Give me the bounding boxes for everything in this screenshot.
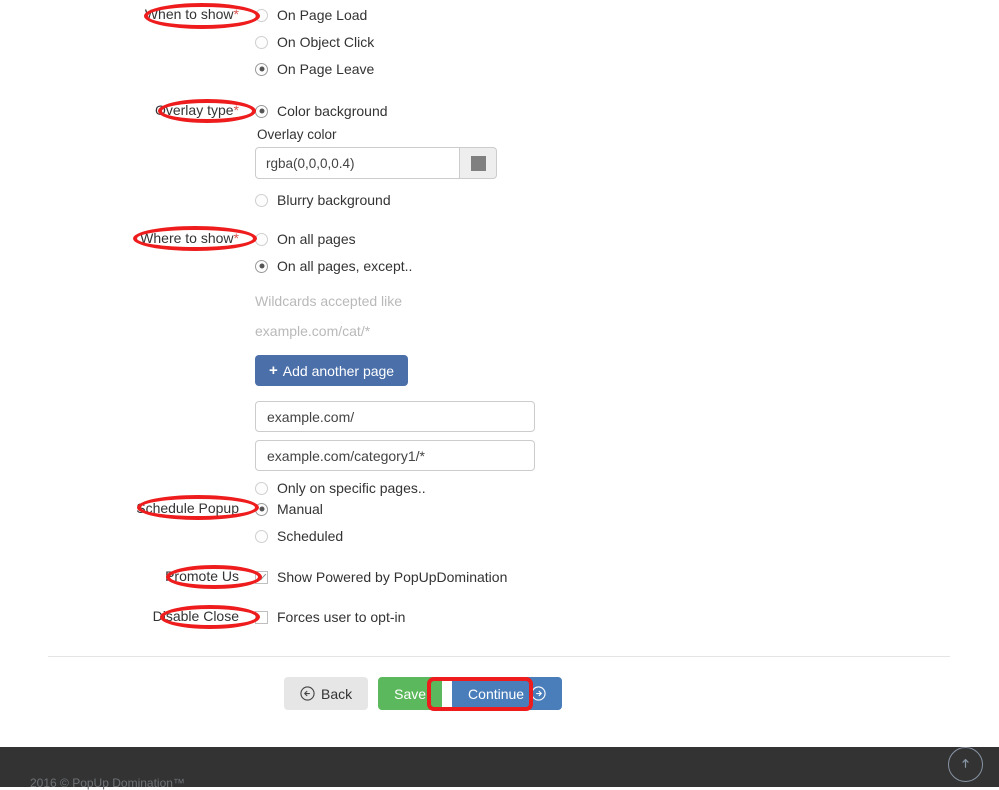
form-row-schedule-popup: Schedule Popup Manual Scheduled (0, 498, 343, 552)
overlay-type-options: Color background Overlay color Blurry ba… (255, 100, 497, 216)
radio-option-on-all-pages[interactable]: On all pages (255, 228, 535, 250)
radio-icon-on-page-load[interactable] (255, 8, 268, 22)
section-divider (48, 656, 950, 657)
radio-option-on-page-leave[interactable]: On Page Leave (255, 58, 374, 80)
save-button[interactable]: Save (378, 677, 443, 710)
arrow-up-circle-icon (958, 756, 973, 774)
radio-label-on-object-click: On Object Click (277, 34, 375, 50)
radio-option-only-specific-pages[interactable]: Only on specific pages.. (255, 477, 535, 499)
continue-button-label: Continue (468, 685, 525, 702)
back-button[interactable]: Back (284, 677, 369, 710)
disable-close-options: Forces user to opt-in (255, 606, 405, 633)
radio-label-manual: Manual (277, 501, 323, 517)
color-swatch-icon (470, 155, 486, 171)
where-to-show-options: On all pages On all pages, except.. Wild… (255, 228, 535, 504)
wildcards-helper-line-2: example.com/cat/* (255, 323, 371, 339)
checkbox-label-forces-opt-in: Forces user to opt-in (277, 609, 406, 625)
when-to-show-label-text: When to show (144, 6, 234, 22)
radio-icon-on-all-pages[interactable] (255, 232, 268, 246)
checkbox-option-forces-opt-in[interactable]: Forces user to opt-in (255, 606, 405, 628)
overlay-color-picker-button[interactable] (460, 147, 497, 179)
when-to-show-options: On Page Load On Object Click On Page Lea… (255, 4, 374, 85)
form-row-where-to-show: Where to show* On all pages On all pages… (0, 228, 535, 504)
radio-option-scheduled[interactable]: Scheduled (255, 525, 343, 547)
radio-icon-scheduled[interactable] (255, 529, 268, 543)
radio-icon-color-background[interactable] (255, 104, 268, 118)
add-another-page-button[interactable]: + Add another page (255, 355, 409, 386)
when-to-show-required-mark: * (233, 6, 239, 22)
radio-option-blurry-background[interactable]: Blurry background (255, 189, 497, 211)
add-another-page-label: Add another page (282, 362, 395, 379)
page-footer: 2016 © PopUp Domination™ (0, 747, 999, 790)
radio-label-color-background: Color background (277, 103, 388, 119)
radio-icon-on-all-pages-except[interactable] (255, 259, 268, 273)
form-row-when-to-show: When to show* On Page Load On Object Cli… (0, 4, 374, 85)
radio-label-on-all-pages-except: On all pages, except.. (277, 258, 413, 274)
form-row-promote-us: Promote Us Show Powered by PopUpDominati… (0, 566, 507, 593)
promote-us-options: Show Powered by PopUpDomination (255, 566, 507, 593)
radio-label-blurry-background: Blurry background (277, 192, 391, 208)
radio-label-on-page-leave: On Page Leave (277, 61, 375, 77)
overlay-type-label: Overlay type* (0, 100, 255, 120)
radio-option-on-page-load[interactable]: On Page Load (255, 4, 374, 26)
save-button-label: Save (394, 685, 427, 702)
radio-icon-only-specific-pages[interactable] (255, 481, 268, 495)
checkbox-icon-forces-opt-in[interactable] (255, 610, 268, 624)
where-to-show-label-text: Where to show (140, 230, 234, 246)
radio-option-manual[interactable]: Manual (255, 498, 343, 520)
promote-us-label: Promote Us (0, 566, 255, 586)
disable-close-label: Disable Close (0, 606, 255, 626)
radio-label-on-page-load: On Page Load (277, 7, 368, 23)
arrow-left-circle-icon (300, 686, 315, 701)
page-body: { "form": { "rows": [ { "key": "when_to_… (0, 0, 999, 790)
checkbox-icon-show-powered-by[interactable] (255, 570, 268, 584)
when-to-show-label: When to show* (0, 4, 255, 24)
continue-button[interactable]: Continue (452, 677, 563, 710)
schedule-popup-label-text: Schedule Popup (136, 500, 239, 516)
radio-label-on-all-pages: On all pages (277, 231, 356, 247)
overlay-color-label: Overlay color (257, 127, 337, 142)
where-to-show-required-mark: * (233, 230, 239, 246)
checkbox-option-show-powered-by[interactable]: Show Powered by PopUpDomination (255, 566, 507, 588)
schedule-popup-label: Schedule Popup (0, 498, 255, 518)
scroll-to-top-button[interactable] (948, 747, 983, 782)
overlay-type-label-text: Overlay type (154, 102, 234, 118)
footer-copyright: 2016 © PopUp Domination™ (30, 776, 185, 790)
radio-icon-on-page-leave[interactable] (255, 62, 268, 76)
promote-us-label-text: Promote Us (165, 568, 239, 584)
action-button-bar: Back Save Continue (284, 677, 563, 710)
radio-label-only-specific-pages: Only on specific pages.. (277, 480, 426, 496)
disable-close-label-text: Disable Close (152, 608, 239, 624)
radio-option-color-background[interactable]: Color background (255, 100, 497, 122)
back-button-label: Back (321, 685, 353, 702)
schedule-popup-options: Manual Scheduled (255, 498, 343, 552)
form-row-overlay-type: Overlay type* Color background Overlay c… (0, 100, 497, 216)
page-url-input-2[interactable] (255, 440, 535, 471)
radio-icon-manual[interactable] (255, 502, 268, 516)
radio-label-scheduled: Scheduled (277, 528, 344, 544)
plus-icon: + (269, 362, 278, 379)
form-row-disable-close: Disable Close Forces user to opt-in (0, 606, 406, 633)
radio-option-on-all-pages-except[interactable]: On all pages, except.. (255, 255, 535, 277)
overlay-color-input[interactable] (255, 147, 460, 179)
radio-option-on-object-click[interactable]: On Object Click (255, 31, 374, 53)
arrow-right-circle-icon (531, 686, 546, 701)
page-url-input-1[interactable] (255, 401, 535, 432)
wildcards-helper-line-1: Wildcards accepted like (255, 293, 403, 309)
radio-icon-blurry-background[interactable] (255, 193, 268, 207)
radio-icon-on-object-click[interactable] (255, 35, 268, 49)
overlay-color-input-group (255, 147, 497, 179)
checkbox-label-show-powered-by: Show Powered by PopUpDomination (277, 569, 508, 585)
overlay-type-required-mark: * (233, 102, 239, 118)
where-to-show-label: Where to show* (0, 228, 255, 248)
